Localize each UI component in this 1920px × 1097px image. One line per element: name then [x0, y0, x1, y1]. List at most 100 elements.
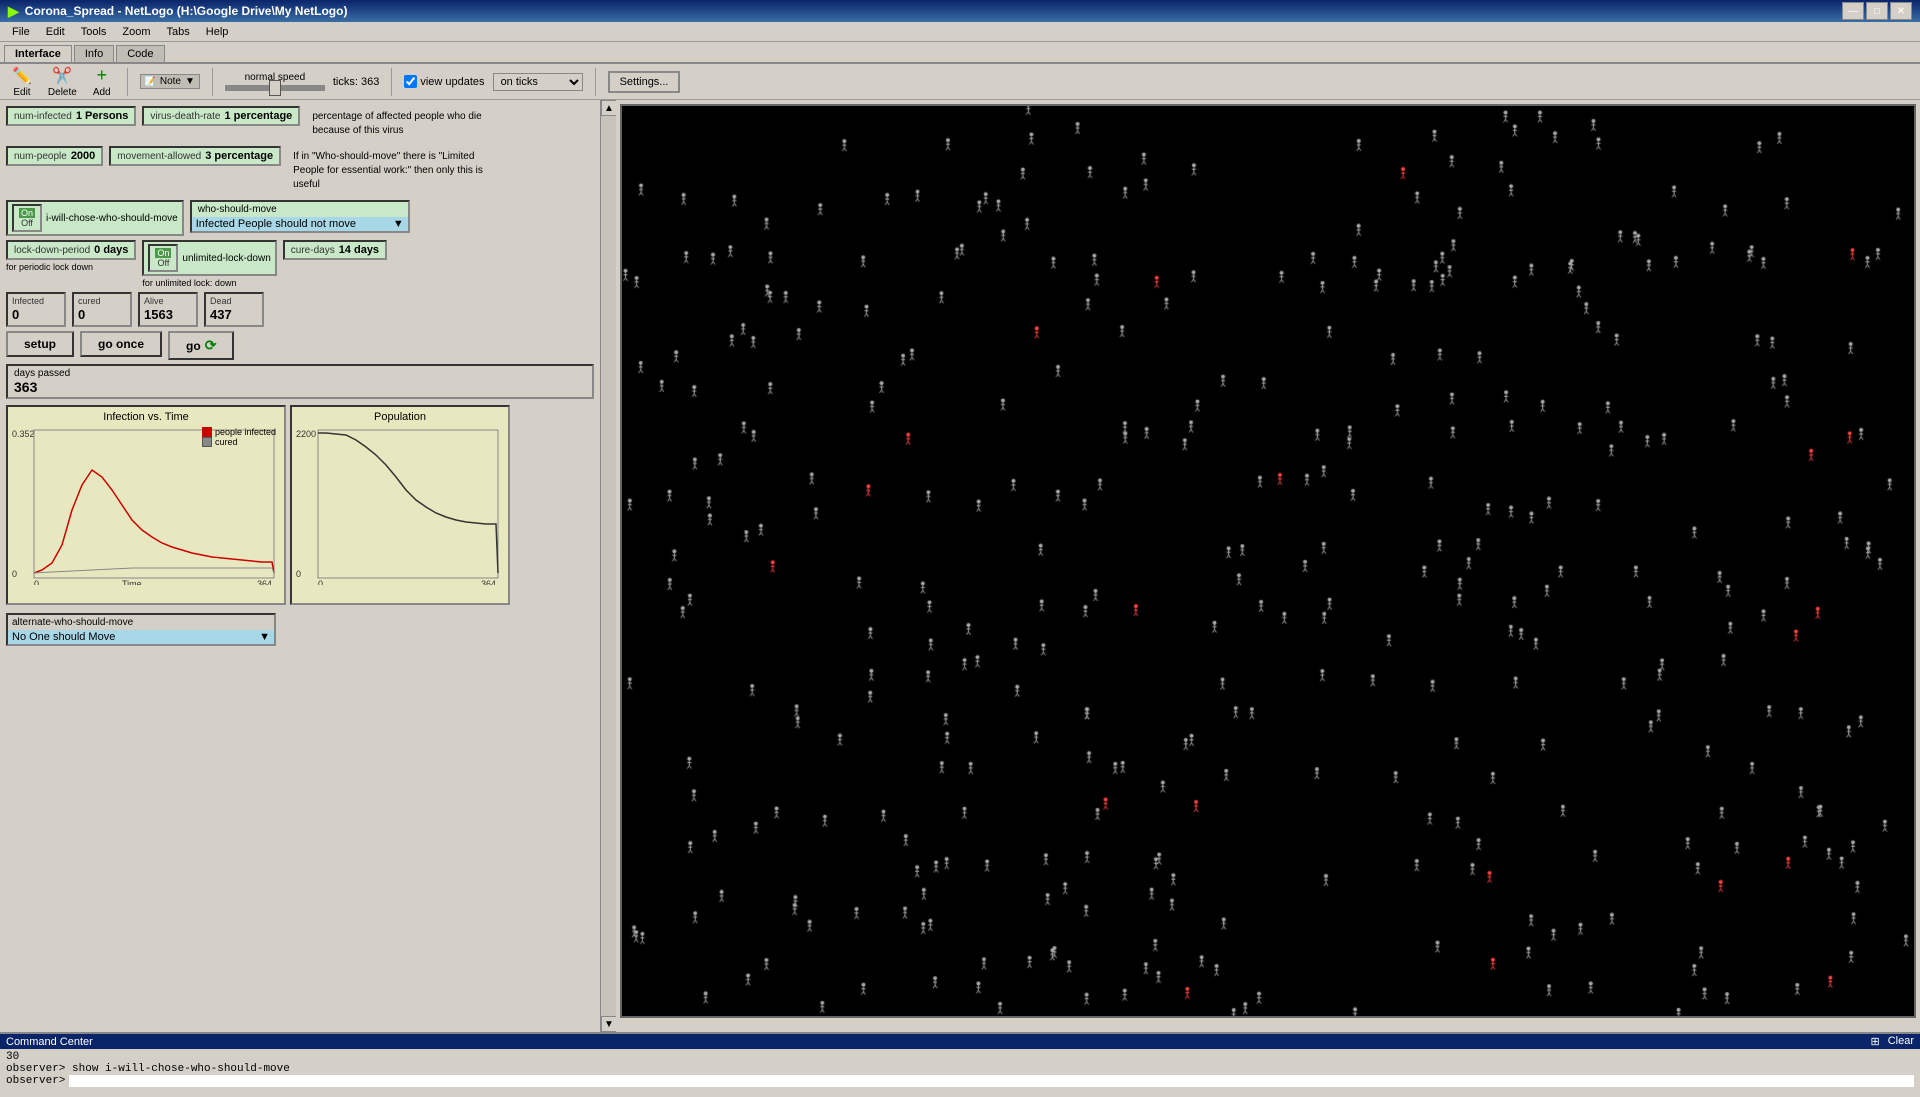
- maximize-button[interactable]: □: [1866, 2, 1888, 20]
- simulation-canvas: [620, 104, 1916, 1018]
- who-should-move-control[interactable]: who-should-move Infected People should n…: [190, 200, 410, 233]
- switch-off[interactable]: Off: [19, 218, 35, 228]
- tab-code[interactable]: Code: [116, 45, 164, 62]
- cure-days-control[interactable]: cure-days 14 days: [283, 240, 387, 260]
- who-should-move-value: Infected People should not move: [196, 218, 393, 230]
- dead-monitor-value: 437: [210, 306, 258, 323]
- go-button[interactable]: go ⟳: [168, 331, 234, 360]
- menu-zoom[interactable]: Zoom: [114, 24, 158, 40]
- tab-info[interactable]: Info: [74, 45, 114, 62]
- edit-button[interactable]: ✏️ Edit: [8, 64, 36, 100]
- command-center-content: 30 observer> show i-will-chose-who-shoul…: [0, 1049, 1920, 1089]
- note-dropdown[interactable]: 📝 Note ▼: [140, 74, 200, 89]
- unlimited-lock-down-switch[interactable]: On Off: [148, 244, 178, 272]
- dead-monitor: Dead 437: [204, 292, 264, 327]
- menu-tools[interactable]: Tools: [73, 24, 115, 40]
- cure-days-label: cure-days: [291, 245, 335, 256]
- days-passed-container: days passed 363: [6, 364, 594, 399]
- clear-button[interactable]: Clear: [1888, 1035, 1914, 1048]
- alternate-arrow[interactable]: ▼: [259, 631, 270, 643]
- dead-monitor-label: Dead: [210, 296, 258, 306]
- who-should-move-arrow[interactable]: ▼: [393, 218, 404, 230]
- setup-button[interactable]: setup: [6, 331, 74, 357]
- title-bar-controls[interactable]: — □ ✕: [1842, 2, 1912, 20]
- scrollbar[interactable]: ▲ ▼: [600, 100, 616, 1032]
- i-will-chose-switch[interactable]: On Off: [12, 204, 42, 232]
- scroll-down[interactable]: ▼: [601, 1016, 617, 1032]
- add-button[interactable]: + Add: [89, 63, 115, 100]
- go-once-button[interactable]: go once: [80, 331, 162, 357]
- settings-button[interactable]: Settings...: [608, 71, 681, 93]
- legend-cured-label: cured: [215, 437, 238, 447]
- svg-text:2200: 2200: [296, 429, 316, 439]
- window-title: Corona_Spread - NetLogo (H:\Google Drive…: [25, 4, 348, 18]
- close-button[interactable]: ✕: [1890, 2, 1912, 20]
- add-label: Add: [93, 87, 111, 98]
- lock-down-period-control[interactable]: lock-down-period 0 days: [6, 240, 136, 260]
- divider-1: [127, 68, 128, 96]
- alternate-who-should-move-control[interactable]: alternate-who-should-move No One should …: [6, 613, 276, 646]
- row-3: On Off i-will-chose-who-should-move who-…: [6, 200, 594, 236]
- edit-label: Edit: [13, 87, 30, 98]
- desc-2: If in "Who-should-move" there is "Limite…: [287, 146, 507, 196]
- monitors-row: Infected 0 cured 0 Alive 1563 Dead 437: [6, 292, 594, 327]
- infected-monitor-value: 0: [12, 306, 60, 323]
- app-icon: ▶: [8, 3, 19, 20]
- go-icon: ⟳: [205, 337, 217, 354]
- num-infected-label: num-infected: [14, 111, 72, 122]
- command-center-title-bar: Command Center ⊞ Clear: [0, 1034, 1920, 1049]
- tab-interface[interactable]: Interface: [4, 45, 72, 62]
- menu-bar: File Edit Tools Zoom Tabs Help: [0, 22, 1920, 42]
- days-passed-value: 363: [14, 379, 586, 395]
- expand-icon[interactable]: ⊞: [1870, 1035, 1879, 1048]
- note-label: Note: [160, 76, 181, 87]
- menu-tabs[interactable]: Tabs: [159, 24, 198, 40]
- charts-area: Infection vs. Time people infected cured…: [6, 405, 594, 605]
- virus-death-rate-value: 1 percentage: [224, 110, 292, 122]
- infection-chart-title: Infection vs. Time: [12, 411, 280, 423]
- days-passed-label: days passed: [14, 368, 586, 379]
- delete-button[interactable]: ✂️ Delete: [44, 64, 81, 100]
- num-infected-control[interactable]: num-infected 1 Persons: [6, 106, 136, 126]
- command-center-controls[interactable]: ⊞ Clear: [1870, 1035, 1914, 1048]
- virus-death-rate-label: virus-death-rate: [150, 111, 220, 122]
- population-chart-title: Population: [296, 411, 504, 423]
- alternate-value: No One should Move: [12, 631, 259, 643]
- virus-death-rate-control[interactable]: virus-death-rate 1 percentage: [142, 106, 300, 126]
- unlimited-switch-on[interactable]: On: [155, 248, 171, 258]
- view-updates-checkbox[interactable]: [404, 75, 417, 88]
- who-should-move-label: who-should-move: [192, 202, 408, 217]
- alive-monitor: Alive 1563: [138, 292, 198, 327]
- svg-text:364: 364: [257, 579, 272, 585]
- command-input[interactable]: [69, 1075, 1914, 1087]
- i-will-chose-label: i-will-chose-who-should-move: [46, 213, 178, 224]
- lock-down-period-value: 0 days: [94, 244, 128, 256]
- edit-icon: ✏️: [12, 66, 32, 86]
- on-ticks-dropdown[interactable]: on ticks continuously: [493, 73, 583, 91]
- cc-input-row: observer>: [6, 1075, 1914, 1087]
- switch-on[interactable]: On: [19, 208, 35, 218]
- num-people-control[interactable]: num-people 2000: [6, 146, 103, 166]
- num-people-label: num-people: [14, 151, 67, 162]
- note-dropdown-arrow[interactable]: ▼: [185, 76, 195, 87]
- alive-monitor-label: Alive: [144, 296, 192, 306]
- speed-slider[interactable]: [225, 85, 325, 91]
- minimize-button[interactable]: —: [1842, 2, 1864, 20]
- cc-line-2: observer> show i-will-chose-who-should-m…: [6, 1063, 1914, 1075]
- delete-icon: ✂️: [52, 66, 72, 86]
- unlimited-note: for unlimited lock: down: [142, 278, 236, 288]
- movement-allowed-control[interactable]: movement-allowed 3 percentage: [109, 146, 281, 166]
- row-4: lock-down-period 0 days for periodic loc…: [6, 240, 594, 288]
- unlimited-switch-off[interactable]: Off: [155, 258, 171, 268]
- lock-down-period-label: lock-down-period: [14, 245, 90, 256]
- scroll-up[interactable]: ▲: [601, 100, 617, 116]
- infection-chart-svg: 0.352 0 0 Time 364: [12, 425, 282, 585]
- svg-text:0: 0: [34, 579, 39, 585]
- days-passed-box: days passed 363: [6, 364, 594, 399]
- main-content: num-infected 1 Persons virus-death-rate …: [0, 100, 1920, 1032]
- cc-line-1: 30: [6, 1051, 1914, 1063]
- menu-file[interactable]: File: [4, 24, 38, 40]
- divider-4: [595, 68, 596, 96]
- menu-help[interactable]: Help: [198, 24, 237, 40]
- menu-edit[interactable]: Edit: [38, 24, 73, 40]
